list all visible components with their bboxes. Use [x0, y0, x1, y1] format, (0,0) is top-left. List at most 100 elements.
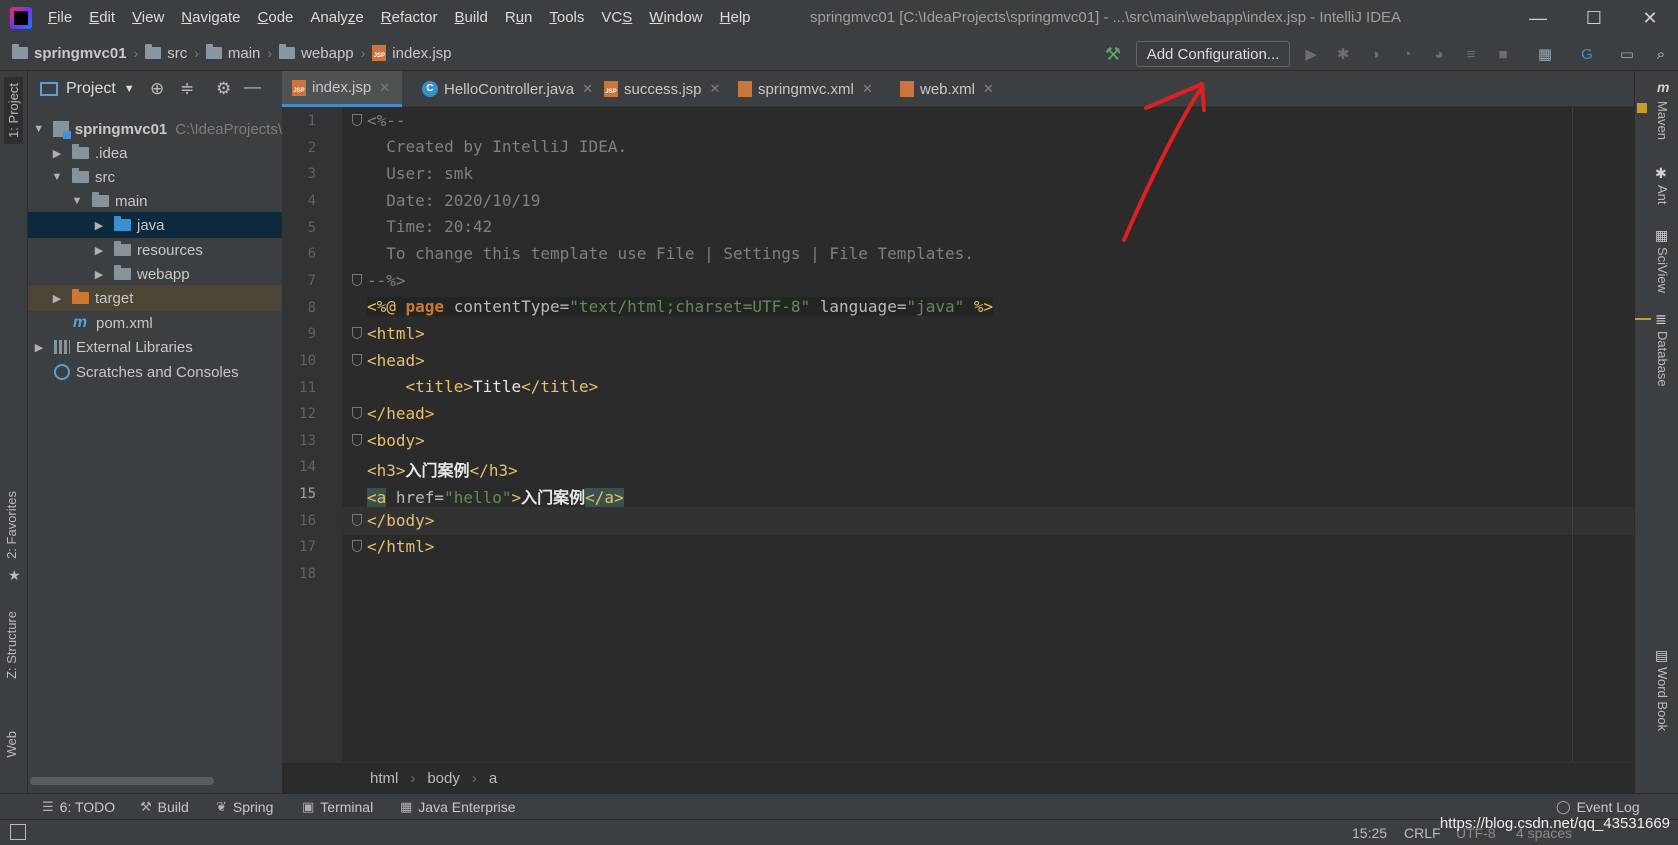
tab-success-jsp[interactable]: JSP success.jsp ✕ — [594, 71, 730, 107]
tool-tab-favorites[interactable]: 2: Favorites — [4, 491, 19, 559]
crumb-html[interactable]: html — [370, 770, 398, 787]
tool-tab-project[interactable]: 1: Project — [4, 77, 23, 144]
gear-icon[interactable]: ⚙ — [216, 79, 231, 99]
nav-crumb-main[interactable]: main — [205, 44, 260, 62]
expand-arrow-icon[interactable]: ▶ — [32, 341, 46, 354]
fold-marker-icon[interactable] — [352, 540, 362, 552]
add-configuration-button[interactable]: Add Configuration... — [1136, 41, 1290, 67]
menu-item[interactable]: Edit — [89, 0, 115, 36]
expand-arrow-icon[interactable]: ▼ — [70, 195, 84, 207]
crumb-a[interactable]: a — [489, 770, 497, 787]
nav-crumb-webapp[interactable]: webapp — [279, 44, 354, 62]
menu-item[interactable]: File — [48, 0, 72, 36]
profile-icon[interactable]: ◔ — [1398, 45, 1416, 63]
fold-marker-icon[interactable] — [352, 274, 362, 286]
expand-arrow-icon[interactable]: ▼ — [50, 171, 64, 183]
fold-marker-icon[interactable] — [352, 327, 362, 339]
run-with-icon[interactable]: ≡ — [1462, 45, 1480, 63]
menu-item[interactable]: Help — [720, 0, 751, 36]
tool-tab-java-enterprise[interactable]: ▦ Java Enterprise — [400, 794, 516, 820]
menu-item[interactable]: Tools — [549, 0, 584, 36]
caret-position[interactable]: 15:25 — [1352, 820, 1387, 845]
tool-tab-todo[interactable]: ☰ 6: TODO — [42, 794, 115, 820]
fold-marker-icon[interactable] — [352, 114, 362, 126]
translate-icon[interactable]: G — [1578, 45, 1596, 63]
menu-item[interactable]: Code — [258, 0, 294, 36]
menu-item[interactable]: Build — [454, 0, 487, 36]
expand-arrow-icon[interactable]: ▶ — [50, 292, 64, 305]
menu-item[interactable]: Window — [649, 0, 702, 36]
tool-tab-terminal[interactable]: ▣ Terminal — [302, 794, 373, 820]
collapse-all-icon[interactable]: ≑ — [180, 79, 194, 99]
warning-marker[interactable] — [1635, 318, 1651, 320]
close-window-button[interactable]: ✕ — [1622, 0, 1678, 36]
tree-item-src[interactable]: ▼ src — [28, 164, 282, 190]
code-editor[interactable]: 1 2 3 4 5 6 7 8 9 10 11 12 13 14 15 16 17 18 <%-- Created… — [282, 107, 1634, 762]
menu-item[interactable]: VCS — [601, 0, 632, 36]
tool-tab-ant[interactable]: Ant — [1655, 185, 1670, 205]
tool-tab-sciview[interactable]: SciView — [1655, 247, 1670, 293]
menu-item[interactable]: Run — [505, 0, 533, 36]
nav-crumb-project[interactable]: springmvc01 — [12, 44, 127, 62]
expand-arrow-icon[interactable]: ▶ — [50, 147, 64, 160]
fold-marker-icon[interactable] — [352, 434, 362, 446]
terminal-icon[interactable]: ▭ — [1618, 45, 1636, 63]
hide-panel-icon[interactable]: — — [244, 77, 261, 97]
tool-tab-database[interactable]: Database — [1655, 331, 1670, 387]
tool-tab-maven[interactable]: Maven — [1655, 101, 1670, 140]
toggle-tool-windows-icon[interactable] — [10, 824, 26, 840]
stop-icon[interactable]: ■ — [1494, 45, 1512, 63]
tree-item-main[interactable]: ▼ main — [28, 188, 282, 214]
tab-web-xml[interactable]: web.xml ✕ — [890, 71, 1004, 107]
tree-item-java[interactable]: ▶ java — [28, 212, 282, 238]
close-tab-icon[interactable]: ✕ — [710, 81, 721, 97]
menu-item[interactable]: Refactor — [381, 0, 438, 36]
fold-marker-icon[interactable] — [352, 514, 362, 526]
line-separator[interactable]: CRLF — [1404, 820, 1441, 845]
project-view-selector[interactable]: Project ▼ — [40, 71, 135, 107]
coverage-icon[interactable]: ◑ — [1366, 45, 1384, 63]
close-tab-icon[interactable]: ✕ — [582, 81, 593, 97]
project-structure-icon[interactable]: ▦ — [1536, 45, 1554, 63]
tree-item-project-root[interactable]: ▼ springmvc01 C:\IdeaProjects\ — [28, 116, 282, 142]
tree-item-scratches[interactable]: Scratches and Consoles — [28, 359, 282, 385]
close-tab-icon[interactable]: ✕ — [379, 80, 390, 96]
attach-profiler-icon[interactable]: ◕ — [1430, 45, 1448, 63]
horizontal-scrollbar[interactable] — [30, 777, 214, 785]
fold-marker-icon[interactable] — [352, 407, 362, 419]
nav-crumb-file[interactable]: JSP index.jsp — [372, 45, 452, 62]
fold-marker-icon[interactable] — [352, 354, 362, 366]
expand-arrow-icon[interactable]: ▶ — [92, 219, 106, 232]
expand-arrow-icon[interactable]: ▶ — [92, 268, 106, 281]
search-everywhere-icon[interactable]: ⌕ — [1652, 45, 1670, 63]
tool-tab-build[interactable]: ⚒ Build — [140, 794, 189, 820]
tab-hellocontroller-java[interactable]: C HelloController.java ✕ — [412, 71, 603, 107]
tree-item-resources[interactable]: ▶ resources — [28, 237, 282, 263]
expand-arrow-icon[interactable]: ▶ — [92, 244, 106, 257]
tree-item-pom[interactable]: m pom.xml — [28, 310, 282, 336]
tool-tab-word-book[interactable]: Word Book — [1655, 667, 1670, 731]
locate-icon[interactable]: ⊕ — [150, 79, 164, 99]
menu-item[interactable]: View — [132, 0, 164, 36]
nav-crumb-src[interactable]: src — [145, 44, 187, 62]
expand-arrow-icon[interactable]: ▼ — [32, 123, 45, 135]
tree-item-idea[interactable]: ▶ .idea — [28, 140, 282, 166]
tree-item-target[interactable]: ▶ target — [28, 285, 282, 311]
tool-tab-structure[interactable]: Z: Structure — [4, 611, 19, 679]
maximize-button[interactable]: ☐ — [1566, 0, 1622, 36]
tool-tab-web[interactable]: Web — [4, 731, 19, 758]
crumb-body[interactable]: body — [427, 770, 460, 787]
tab-index-jsp[interactable]: JSP index.jsp ✕ — [282, 71, 403, 107]
tree-item-webapp[interactable]: ▶ webapp — [28, 261, 282, 287]
debug-icon[interactable]: ✱ — [1334, 45, 1352, 63]
tree-item-external-libraries[interactable]: ▶ External Libraries — [28, 334, 282, 360]
run-icon[interactable]: ▶ — [1302, 45, 1320, 63]
warning-indicator[interactable] — [1637, 103, 1647, 113]
close-tab-icon[interactable]: ✕ — [983, 81, 994, 97]
menu-item[interactable]: Analyze — [310, 0, 363, 36]
tool-tab-spring[interactable]: ❦ Spring — [216, 794, 273, 820]
build-hammer-icon[interactable]: ⚒ — [1104, 44, 1122, 64]
tab-springmvc-xml[interactable]: springmvc.xml ✕ — [728, 71, 883, 107]
close-tab-icon[interactable]: ✕ — [862, 81, 873, 97]
menu-item[interactable]: Navigate — [181, 0, 240, 36]
